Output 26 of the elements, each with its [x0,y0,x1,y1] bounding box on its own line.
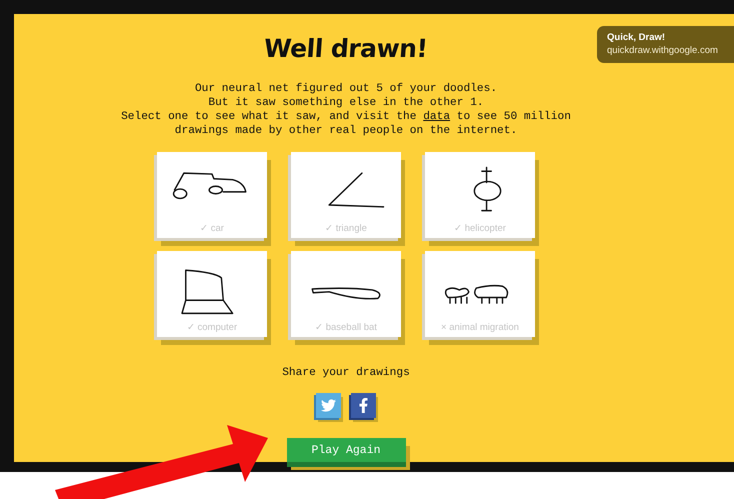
drawing-card[interactable]: ✓ baseball bat [291,251,401,337]
drawing-card[interactable]: ✓ triangle [291,152,401,238]
tooltip-url: quickdraw.withgoogle.com [607,44,719,57]
card-label: ✓ computer [186,321,238,333]
page-title: Well drawn! [263,34,429,63]
doodle-drawing [474,166,502,212]
play-again-button[interactable]: Play Again [286,438,406,462]
card-label: ✓ baseball bat [315,321,377,333]
card-label: ✓ helicopter [454,222,506,234]
drawing-card[interactable]: × animal migration [425,251,535,337]
doodle-drawing [181,270,234,314]
drawing-card[interactable]: ✓ helicopter [425,152,535,238]
doodle-drawing [444,284,508,304]
card-label: × animal migration [441,322,519,333]
data-link[interactable]: data [423,111,450,123]
doodle-drawing [328,172,384,208]
facebook-button[interactable] [351,393,376,418]
doodle-drawing [312,288,380,300]
drawing-card[interactable]: ✓ car [157,152,267,238]
tooltip-title: Quick, Draw! [607,31,666,44]
bird-icon [321,398,336,413]
drawing-card[interactable]: ✓ computer [157,251,267,337]
share-label: Share your drawings [282,367,410,379]
card-label: ✓ triangle [325,222,367,234]
result-message: Our neural net figured out 5 of your doodles. But it saw something else in the other 1. Select one to see what it saw, and visit the data to see 50 million drawings made by other real people on the internet. [121,82,571,138]
card-label: ✓ car [200,222,224,234]
